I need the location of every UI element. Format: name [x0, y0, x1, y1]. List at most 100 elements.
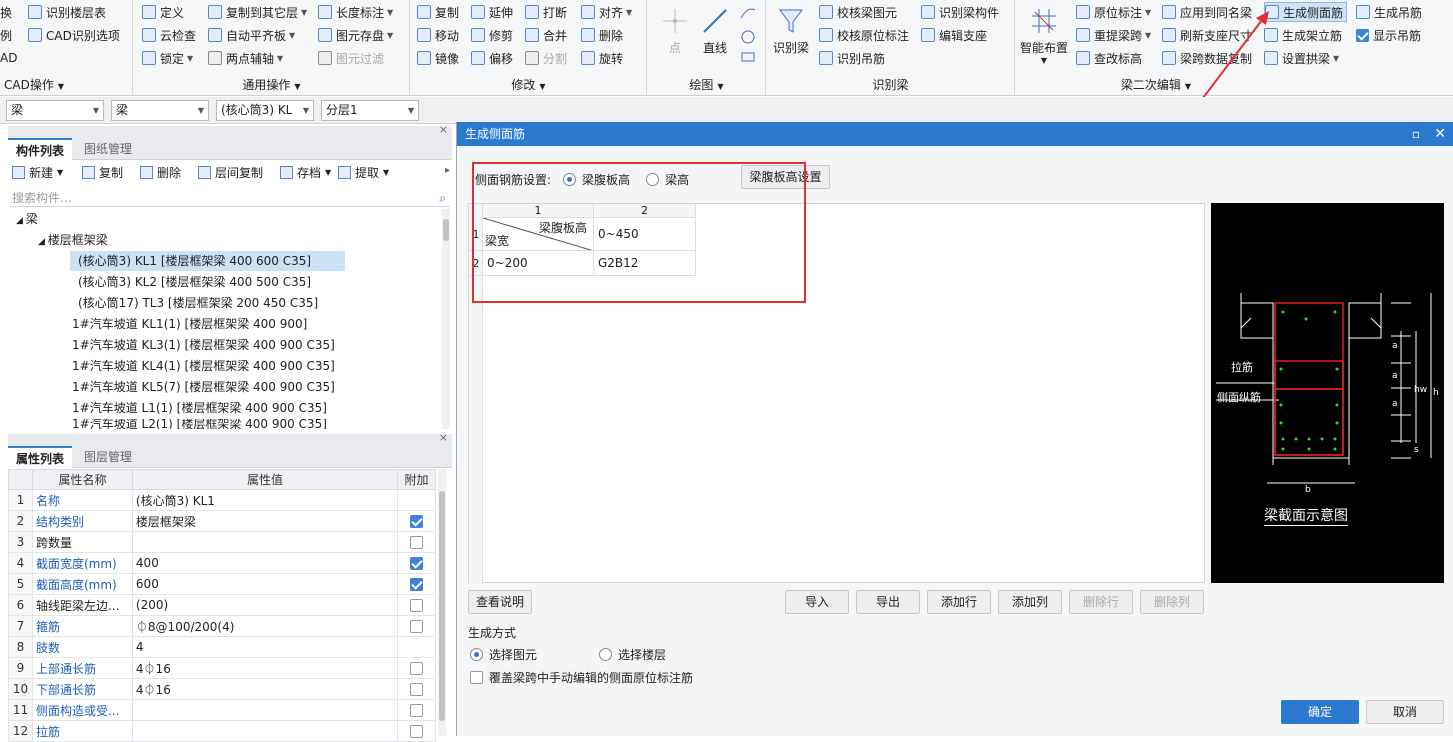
- tree-scrollbar[interactable]: [442, 209, 450, 429]
- trim-button[interactable]: 修剪: [471, 25, 513, 45]
- attach-checkbox[interactable]: [410, 578, 424, 591]
- cloud-check-button[interactable]: 云检查: [142, 25, 196, 45]
- extract-button[interactable]: 提取 ▼: [338, 164, 389, 181]
- delete-column-button[interactable]: 删除列: [1140, 590, 1204, 614]
- property-value[interactable]: [131, 699, 399, 721]
- line-button[interactable]: 直线: [700, 6, 730, 56]
- tab-component-list[interactable]: 构件列表: [8, 138, 73, 160]
- attach-checkbox[interactable]: [410, 599, 424, 612]
- attach-checkbox[interactable]: [410, 536, 424, 549]
- cancel-button[interactable]: 取消: [1366, 700, 1444, 724]
- property-value[interactable]: 4: [131, 636, 399, 658]
- new-button[interactable]: 新建 ▼: [12, 164, 63, 181]
- attach-checkbox[interactable]: [410, 515, 424, 528]
- radio-select-elements-label[interactable]: 选择图元: [489, 646, 537, 663]
- merge-button[interactable]: 合并: [525, 25, 567, 45]
- in-situ-annotation-button[interactable]: 原位标注 ▼: [1076, 2, 1151, 22]
- copy-to-other-floor-button[interactable]: 复制到其它层 ▼: [208, 2, 307, 22]
- property-value[interactable]: 4⏀16: [131, 657, 399, 679]
- archive-button[interactable]: 存档 ▼: [280, 164, 331, 181]
- property-value[interactable]: 楼层框架梁: [131, 510, 399, 532]
- tab-drawing-management[interactable]: 图纸管理: [76, 138, 140, 160]
- category-select[interactable]: 梁 ▼: [6, 100, 104, 121]
- attach-checkbox[interactable]: [410, 620, 424, 633]
- more-icon[interactable]: ▸: [445, 165, 450, 176]
- export-button[interactable]: 导出: [856, 590, 920, 614]
- property-value[interactable]: (200): [131, 594, 399, 616]
- mirror-button[interactable]: 镜像: [417, 48, 459, 68]
- tree-item[interactable]: (核心筒3) KL1 [楼层框架梁 400 600 C35]: [70, 251, 345, 271]
- draw-group-title[interactable]: 绘图 ▼: [648, 76, 765, 93]
- lock-button[interactable]: 锁定 ▼: [142, 48, 193, 68]
- recognize-beam-button[interactable]: 识别梁: [773, 6, 809, 56]
- element-filter-button[interactable]: 图元过滤: [318, 48, 384, 68]
- import-button[interactable]: 导入: [785, 590, 849, 614]
- tree-item[interactable]: 1#汽车坡道 KL3(1) [楼层框架梁 400 900 C35]: [72, 335, 335, 355]
- attach-checkbox[interactable]: [410, 557, 424, 570]
- property-row[interactable]: 8 肢数 4: [8, 636, 436, 658]
- offset-button[interactable]: 偏移: [471, 48, 513, 68]
- property-row[interactable]: 6 轴线距梁左边... (200): [8, 594, 436, 616]
- overwrite-checkbox[interactable]: [470, 671, 483, 684]
- tree-item[interactable]: (核心筒17) TL3 [楼层框架梁 200 450 C35]: [78, 293, 318, 313]
- tree-item[interactable]: 1#汽车坡道 KL4(1) [楼层框架梁 400 900 C35]: [72, 356, 335, 376]
- edit-support-button[interactable]: 编辑支座: [921, 25, 987, 45]
- generate-erection-bar-button[interactable]: 生成架立筋: [1264, 25, 1342, 45]
- delete-row-button[interactable]: 删除行: [1069, 590, 1133, 614]
- attach-checkbox[interactable]: [410, 725, 424, 738]
- modify-group-title[interactable]: 修改 ▼: [411, 76, 646, 93]
- common-group-title[interactable]: 通用操作 ▼: [134, 76, 409, 93]
- tab-property-list[interactable]: 属性列表: [8, 446, 73, 468]
- cad-group-title[interactable]: CAD操作 ▼: [0, 76, 132, 93]
- copy-component-button[interactable]: 复制: [82, 164, 123, 181]
- recognize-floor-table-button[interactable]: 识别楼层表: [28, 2, 106, 22]
- property-row[interactable]: 4 截面宽度(mm) 400: [8, 552, 436, 574]
- smart-layout-button[interactable]: 智能布置 ▼: [1020, 6, 1068, 65]
- auto-align-slab-button[interactable]: 自动平齐板 ▼: [208, 25, 295, 45]
- delete-component-button[interactable]: 删除: [140, 164, 181, 181]
- rotate-button[interactable]: 旋转: [581, 48, 623, 68]
- show-hanger-bar-toggle[interactable]: 显示吊筋: [1356, 25, 1421, 45]
- close-icon[interactable]: ×: [439, 431, 448, 444]
- property-value[interactable]: [131, 720, 399, 742]
- interfloor-copy-button[interactable]: 层间复制: [198, 164, 263, 181]
- tree-item[interactable]: (核心筒3) KL2 [楼层框架梁 400 500 C35]: [78, 272, 311, 292]
- property-value[interactable]: [131, 531, 399, 553]
- property-scrollbar[interactable]: [438, 469, 446, 736]
- cad-item-1[interactable]: 换: [0, 2, 12, 22]
- re-extract-span-button[interactable]: 重提梁跨 ▼: [1076, 25, 1151, 45]
- property-row[interactable]: 11 侧面构造或受...: [8, 699, 436, 721]
- arc-circle-rect-icons[interactable]: [738, 4, 758, 64]
- tree-item[interactable]: 1#汽车坡道 L2(1) [楼层框架梁 400 900 C35]: [72, 419, 327, 429]
- attach-checkbox[interactable]: [410, 683, 424, 696]
- radio-select-floors-label[interactable]: 选择楼层: [618, 646, 666, 663]
- property-row[interactable]: 3 跨数量: [8, 531, 436, 553]
- property-value[interactable]: (核心筒3) KL1: [131, 489, 399, 511]
- break-button[interactable]: 打断: [525, 2, 567, 22]
- add-row-button[interactable]: 添加行: [927, 590, 991, 614]
- move-button[interactable]: 移动: [417, 25, 459, 45]
- check-elevation-button[interactable]: 查改标高: [1076, 48, 1142, 68]
- define-button[interactable]: 定义: [142, 2, 184, 22]
- view-instructions-button[interactable]: 查看说明: [468, 590, 532, 614]
- length-dimension-button[interactable]: 长度标注 ▼: [318, 2, 393, 22]
- ok-button[interactable]: 确定: [1281, 700, 1359, 724]
- cad-item-2[interactable]: 例: [0, 25, 12, 45]
- property-row[interactable]: 2 结构类别 楼层框架梁: [8, 510, 436, 532]
- split-button[interactable]: 分割: [525, 48, 567, 68]
- maximize-icon[interactable]: ▫: [1412, 122, 1420, 146]
- property-row[interactable]: 5 截面高度(mm) 600: [8, 573, 436, 595]
- property-row[interactable]: 12 拉筋: [8, 720, 436, 742]
- extend-button[interactable]: 延伸: [471, 2, 513, 22]
- tree-group-frame-beam[interactable]: ◢ 楼层框架梁: [38, 230, 108, 250]
- generate-side-bar-button[interactable]: 生成侧面筋: [1264, 2, 1348, 22]
- radio-select-floors[interactable]: [599, 648, 613, 661]
- tree-item[interactable]: 1#汽车坡道 L1(1) [楼层框架梁 400 900 C35]: [72, 398, 327, 418]
- attach-checkbox[interactable]: [410, 662, 424, 675]
- property-row[interactable]: 9 上部通长筋 4⏀16: [8, 657, 436, 679]
- layer-select[interactable]: 分层1 ▼: [321, 100, 419, 121]
- add-column-button[interactable]: 添加列: [998, 590, 1062, 614]
- element-save-button[interactable]: 图元存盘 ▼: [318, 25, 393, 45]
- tree-item[interactable]: 1#汽车坡道 KL5(7) [楼层框架梁 400 900 C35]: [72, 377, 335, 397]
- align-button[interactable]: 对齐 ▼: [581, 2, 632, 22]
